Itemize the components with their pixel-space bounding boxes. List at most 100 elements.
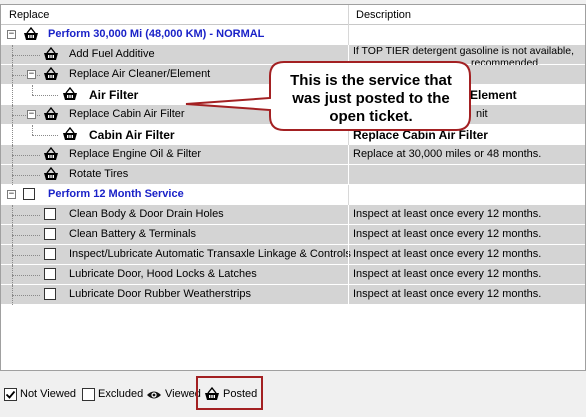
row-label: Perform 12 Month Service [48, 188, 184, 200]
table-row[interactable]: Replace Engine Oil & Filter Replace at 30… [1, 145, 585, 165]
tree-connector [12, 295, 40, 296]
column-header-description[interactable]: Description [356, 9, 411, 21]
description-cell: Inspect at least once every 12 months. [348, 225, 585, 245]
basket-icon[interactable] [62, 86, 78, 101]
callout-text: This is the service that was just posted… [290, 72, 452, 125]
replace-cell: Clean Body & Door Drain Holes [1, 205, 348, 225]
checkbox-icon[interactable] [44, 288, 56, 300]
description-cell [348, 25, 585, 45]
collapse-icon[interactable]: − [27, 110, 36, 119]
basket-icon[interactable] [43, 106, 59, 121]
collapse-icon[interactable]: − [27, 70, 36, 79]
row-label: Lubricate Door Rubber Weatherstrips [69, 288, 251, 300]
legend-label: Excluded [98, 388, 144, 400]
tree-connector [12, 245, 13, 265]
tree-connector [32, 85, 33, 95]
row-label: Replace Air Cleaner/Element [69, 68, 211, 80]
table-row[interactable]: Clean Battery & Terminals Inspect at leas… [1, 225, 585, 245]
table-row[interactable]: Cabin Air Filter Replace Cabin Air Filter [1, 125, 585, 145]
tree-connector [12, 235, 40, 236]
row-label: Clean Battery & Terminals [69, 228, 196, 240]
table-row[interactable]: Clean Body & Door Drain Holes Inspect at … [1, 205, 585, 225]
tree-connector [12, 265, 13, 285]
description-cell: Inspect at least once every 12 months. [348, 265, 585, 285]
description-cell: If TOP TIER detergent gasoline is not av… [348, 45, 585, 65]
row-label: Air Filter [89, 88, 139, 102]
tree-connector [12, 175, 40, 176]
description-text: Inspect at least once every 12 months. [353, 268, 542, 280]
legend: Not Viewed Excluded Viewed Posted [0, 384, 586, 406]
basket-icon[interactable] [23, 26, 39, 41]
column-header-replace[interactable]: Replace [9, 9, 49, 21]
column-divider[interactable] [348, 5, 349, 25]
description-cell: Replace at 30,000 miles or 48 months. [348, 145, 585, 165]
description-cell: Inspect at least once every 12 months. [348, 285, 585, 305]
legend-label: Not Viewed [20, 388, 77, 400]
description-cell: Inspect at least once every 12 months. [348, 245, 585, 265]
tree-connector [12, 275, 40, 276]
tree-connector [12, 285, 13, 305]
row-label: Clean Body & Door Drain Holes [69, 208, 224, 220]
tree-connector [32, 95, 58, 96]
tree-connector [12, 225, 13, 245]
description-cell [348, 165, 585, 185]
group-row[interactable]: − Perform 30,000 Mi (48,000 KM) - NORMAL [1, 25, 585, 45]
replace-cell: Replace Engine Oil & Filter [1, 145, 348, 165]
basket-icon[interactable] [43, 146, 59, 161]
checkbox-icon[interactable] [44, 208, 56, 220]
table-row[interactable]: Rotate Tires [1, 165, 585, 185]
tree-connector [12, 125, 13, 145]
basket-icon[interactable] [43, 66, 59, 81]
replace-cell: Inspect/Lubricate Automatic Transaxle Li… [1, 245, 351, 265]
table-row[interactable]: Lubricate Door, Hood Locks & Latches Insp… [1, 265, 585, 285]
tree-connector [12, 145, 13, 165]
replace-cell: Clean Battery & Terminals [1, 225, 348, 245]
replace-cell: Lubricate Door Rubber Weatherstrips [1, 285, 348, 305]
tree-connector [32, 125, 33, 135]
tree-connector [12, 45, 13, 65]
description-text: recommended. [471, 57, 542, 65]
row-label: Perform 30,000 Mi (48,000 KM) - NORMAL [48, 28, 265, 40]
row-label: Lubricate Door, Hood Locks & Latches [69, 268, 257, 280]
row-label: Add Fuel Additive [69, 48, 155, 60]
collapse-icon[interactable]: − [7, 190, 16, 199]
tree-connector [32, 135, 58, 136]
table-row[interactable]: Lubricate Door Rubber Weatherstrips Inspe… [1, 285, 585, 305]
description-text: Inspect at least once every 12 months. [353, 208, 542, 220]
tree-connector [12, 255, 40, 256]
checkbox-icon[interactable] [44, 248, 56, 260]
basket-icon[interactable] [62, 126, 78, 141]
row-label: Replace Engine Oil & Filter [69, 148, 202, 160]
description-cell: Replace Cabin Air Filter [348, 125, 585, 145]
replace-cell: Cabin Air Filter [1, 125, 348, 145]
tree-connector [12, 155, 40, 156]
checkbox-icon[interactable] [23, 188, 35, 200]
table-row[interactable]: Add Fuel Additive If TOP TIER detergent g… [1, 45, 585, 65]
collapse-icon[interactable]: − [7, 30, 16, 39]
tree-connector [12, 105, 13, 125]
replace-cell: Rotate Tires [1, 165, 348, 185]
posted-highlight-box [196, 376, 263, 410]
empty-checkbox-icon [82, 388, 95, 401]
row-label: Cabin Air Filter [89, 128, 175, 142]
replace-cell: Add Fuel Additive [1, 45, 348, 65]
description-cell [348, 185, 585, 205]
checkbox-icon[interactable] [44, 228, 56, 240]
row-label: Rotate Tires [69, 168, 129, 180]
service-grid: Replace Description − Perform 30,000 Mi (… [0, 4, 586, 371]
basket-icon[interactable] [43, 46, 59, 61]
tree-connector [12, 55, 40, 56]
description-cell: Inspect at least once every 12 months. [348, 205, 585, 225]
group-row[interactable]: − Perform 12 Month Service [1, 185, 585, 205]
description-text: Replace at 30,000 miles or 48 months. [353, 148, 542, 160]
tree-connector [12, 205, 13, 225]
checkbox-icon[interactable] [44, 268, 56, 280]
basket-icon[interactable] [43, 166, 59, 181]
tree-connector [12, 65, 13, 85]
row-label: Replace Cabin Air Filter [69, 108, 185, 120]
replace-cell: Lubricate Door, Hood Locks & Latches [1, 265, 348, 285]
eye-icon [147, 391, 161, 399]
description-text: Inspect at least once every 12 months. [353, 288, 542, 300]
row-label: Inspect/Lubricate Automatic Transaxle Li… [69, 248, 351, 260]
table-row[interactable]: Inspect/Lubricate Automatic Transaxle Li… [1, 245, 585, 265]
